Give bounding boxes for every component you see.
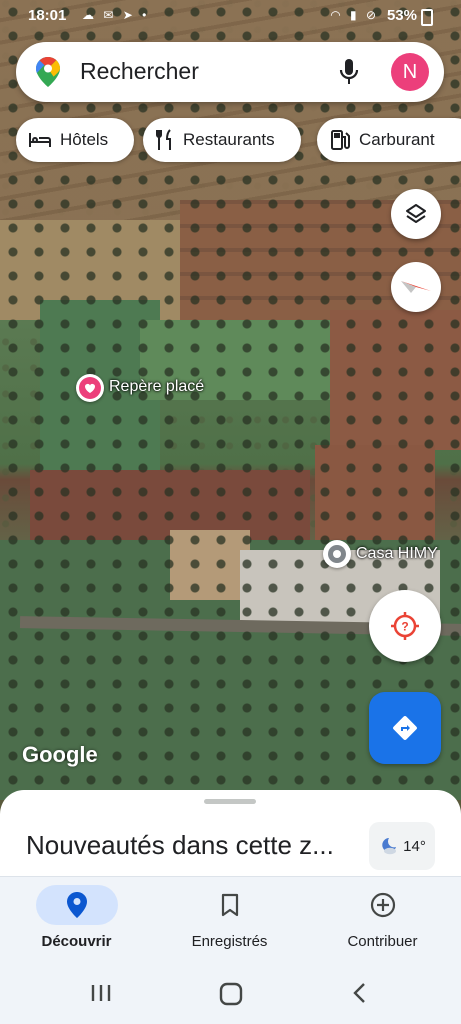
system-navigation-bar — [0, 964, 461, 1024]
svg-text:?: ? — [401, 620, 408, 634]
add-circle-icon — [370, 892, 395, 918]
directions-button[interactable] — [369, 692, 441, 764]
marker-dot — [76, 374, 104, 402]
chip-label: Hôtels — [60, 130, 109, 149]
layers-icon — [406, 204, 426, 223]
notification-icons: ☁ ✉ ➤ • — [82, 8, 150, 22]
nav-contribute[interactable]: Contribuer — [306, 877, 459, 965]
nav-indicator — [189, 885, 271, 925]
home-icon[interactable] — [219, 982, 243, 1006]
location-unknown-icon: ? — [391, 612, 419, 640]
explore-pin-icon — [66, 892, 87, 918]
recent-apps-icon[interactable] — [90, 982, 112, 1004]
bed-icon — [29, 133, 51, 147]
chip-restaurants[interactable]: Restaurants — [143, 118, 301, 162]
nav-label: Enregistrés — [191, 933, 268, 950]
battery-percent: 53% — [386, 7, 417, 24]
nav-indicator — [35, 885, 118, 925]
my-location-button[interactable]: ? — [369, 590, 441, 662]
place-icon-center — [333, 550, 341, 558]
sheet-handle[interactable] — [204, 799, 256, 804]
avatar[interactable]: N — [391, 53, 429, 91]
chip-label: Restaurants — [183, 130, 275, 149]
chip-fuel[interactable]: Carburant — [317, 118, 461, 162]
battery-icon — [421, 9, 433, 26]
marker-label: Casa HIMY — [356, 545, 438, 562]
chip-hotels[interactable]: Hôtels — [16, 118, 134, 162]
google-watermark: Google — [22, 742, 98, 767]
back-icon[interactable] — [350, 982, 370, 1004]
directions-icon — [393, 716, 417, 740]
maps-pin-icon — [36, 57, 60, 87]
search-placeholder[interactable]: Rechercher — [80, 58, 199, 85]
mic-icon[interactable] — [336, 57, 362, 87]
layers-button[interactable] — [391, 189, 441, 239]
nav-indicator — [342, 885, 424, 925]
compass-icon — [401, 281, 431, 293]
nav-label: Contribuer — [347, 933, 418, 950]
search-bar[interactable]: Rechercher N — [16, 42, 444, 102]
compass-button[interactable] — [391, 262, 441, 312]
weather-temp: 14° — [403, 837, 426, 855]
nav-explore[interactable]: Découvrir — [0, 877, 153, 965]
chip-label: Carburant — [359, 130, 435, 149]
status-bar: 18:01 ☁ ✉ ➤ • ◠ ▮ ⊘ 53% — [0, 0, 461, 32]
status-time: 18:01 — [28, 7, 67, 24]
system-icons: ◠ ▮ ⊘ — [330, 8, 379, 22]
moon-cloud-icon — [382, 838, 397, 855]
category-chips: Hôtels Restaurants Carburant — [16, 118, 461, 164]
bookmark-icon — [221, 893, 238, 917]
fuel-pump-icon — [331, 130, 350, 150]
nav-label: Découvrir — [41, 933, 112, 950]
bottom-sheet[interactable]: Nouveautés dans cette z... 14° — [0, 790, 461, 880]
nav-saved[interactable]: Enregistrés — [153, 877, 306, 965]
heart-icon — [79, 377, 101, 399]
bottom-navigation: Découvrir Enregistrés Contribuer — [0, 876, 461, 965]
fork-knife-icon — [156, 129, 171, 150]
marker-label: Repère placé — [109, 378, 205, 395]
weather-chip[interactable]: 14° — [369, 822, 435, 870]
sheet-title[interactable]: Nouveautés dans cette z... — [26, 830, 334, 861]
